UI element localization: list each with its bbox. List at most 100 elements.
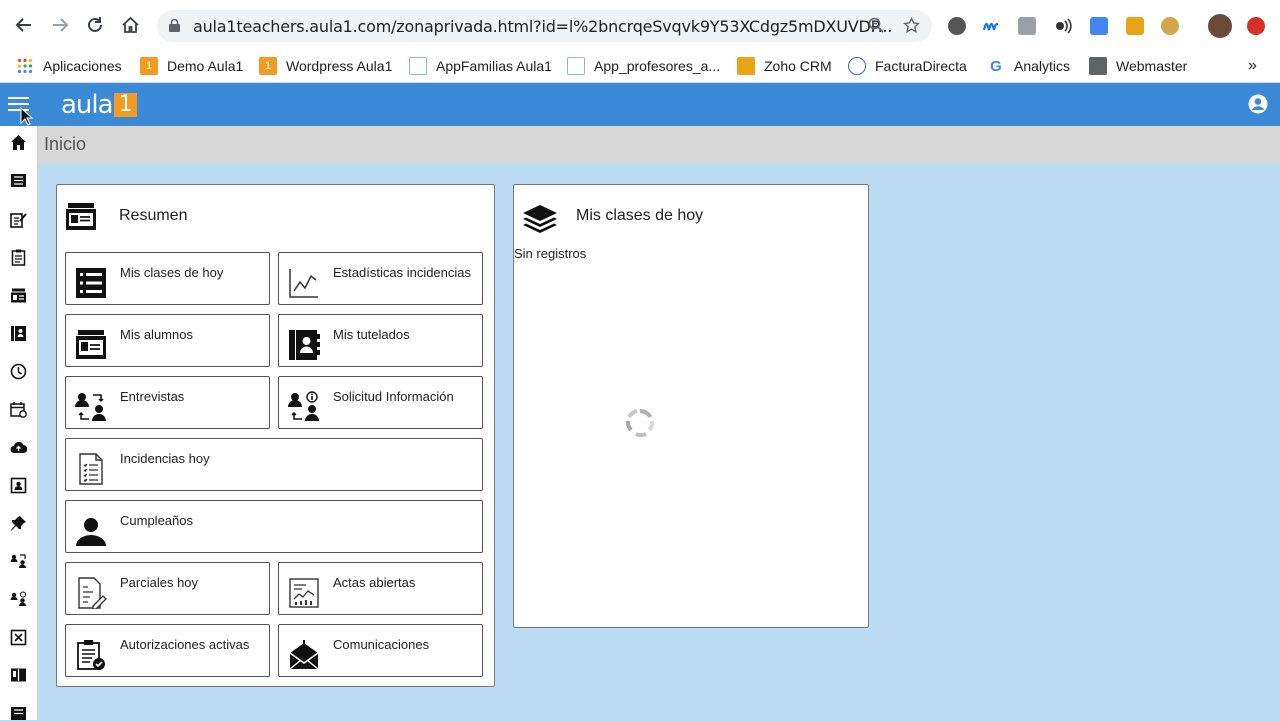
zoho-icon [737,57,755,75]
student-id-icon [76,330,106,359]
bookmark-star-icon[interactable] [902,16,920,35]
line-chart-icon [289,269,318,298]
tile-label: Entrevistas [120,389,185,404]
tile-label: Mis alumnos [120,327,193,342]
webmaster-icon [1089,57,1107,75]
bookmark-wordpress-aula1[interactable]: 1 Wordpress Aula1 [259,56,392,76]
person-icon [76,518,106,546]
sidebar-cancel-doc-icon[interactable] [10,629,27,646]
bookmarks-overflow-button[interactable]: » [1248,56,1257,76]
bookmark-zoho[interactable]: Zoho CRM [737,56,832,76]
aula1-bookmark-icon: 1 [259,57,277,75]
bookmark-demo-aula1[interactable]: 1 Demo Aula1 [140,56,243,76]
bookmark-appfamilias[interactable]: AppFamilias Aula1 [409,56,552,76]
aula1-bookmark-icon: 1 [140,57,158,75]
tile-actas-abiertas[interactable]: Actas abiertas [278,562,483,615]
exam-icon [78,577,107,609]
contacts-book-icon [289,330,320,360]
left-sidebar [0,126,38,720]
sidebar-list-icon[interactable] [10,172,27,189]
extension-circle-icon[interactable] [948,17,966,35]
panel-title: Resumen [119,207,188,224]
bookmark-label: Aplicaciones [43,58,122,74]
bookmark-label: Webmaster [1116,58,1188,74]
google-icon: G [990,57,1002,75]
audio-extension-icon[interactable] [1054,17,1072,35]
sidebar-pin-icon[interactable] [10,515,27,532]
back-icon[interactable] [13,14,35,36]
tile-comunicaciones[interactable]: Comunicaciones [278,624,483,677]
bookmark-label: AppFamilias Aula1 [436,58,552,74]
sidebar-home-icon[interactable] [10,134,27,151]
tile-label: Parciales hoy [120,575,199,590]
home-icon[interactable] [119,14,141,36]
tile-label: Cumpleaños [120,513,193,528]
report-chart-icon [289,578,319,608]
tile-mis-tutelados[interactable]: Mis tutelados [278,314,483,367]
sidebar-info-request-icon[interactable] [10,591,27,608]
bookmarks-bar: Aplicaciones 1 Demo Aula1 1 Wordpress Au… [0,50,1280,83]
bookmark-label: Zoho CRM [764,58,832,74]
tile-label: Estadísticas incidencias [333,265,472,280]
bookmark-webmaster[interactable]: Webmaster [1089,56,1187,76]
sidebar-contacts-icon[interactable] [10,325,27,342]
resumen-icon [66,203,96,230]
address-bar[interactable]: aula1teachers.aula1.com/zonaprivada.html… [157,10,932,42]
sidebar-students-icon[interactable] [10,287,27,304]
lock-icon [169,19,180,32]
bookmark-label: FacturaDirecta [875,58,967,74]
update-icon[interactable] [1247,17,1265,35]
profile-avatar[interactable] [1208,14,1232,38]
translate-extension-icon[interactable] [1090,17,1108,35]
c-extension-icon[interactable] [1161,17,1179,35]
document-bookmark-icon [567,57,585,75]
movistar-extension-icon[interactable] [982,17,1000,35]
tile-estadisticas-incidencias[interactable]: Estadísticas incidencias [278,252,483,305]
tile-label: Autorizaciones activas [120,637,250,652]
sidebar-list-icon-2[interactable] [10,705,27,722]
resumen-panel: Resumen Mis clases de hoy Estadísticas i… [56,184,495,687]
bookmark-analytics[interactable]: G Analytics [987,56,1070,76]
aula1-logo[interactable]: aula 1 [61,90,137,120]
tile-entrevistas[interactable]: Entrevistas [65,376,270,429]
bookmark-aplicaciones[interactable]: Aplicaciones [16,56,122,76]
sidebar-id-card-icon[interactable] [10,477,27,494]
zoho-extension-icon[interactable] [1126,17,1144,35]
url-text: aula1teachers.aula1.com/zonaprivada.html… [193,17,893,36]
tile-label: Mis clases de hoy [120,265,224,280]
app-header: aula 1 [0,83,1280,126]
sidebar-cloud-upload-icon[interactable] [10,439,27,456]
user-account-icon[interactable] [1248,94,1268,114]
tile-autorizaciones-activas[interactable]: Autorizaciones activas [65,624,270,677]
reload-icon[interactable] [84,14,106,36]
sidebar-interview-icon[interactable] [10,553,27,570]
sidebar-edit-icon[interactable] [10,211,27,228]
tile-mis-clases-de-hoy[interactable]: Mis clases de hoy [65,252,270,305]
tile-cumpleanos[interactable]: Cumpleaños [65,500,483,553]
interview-icon [75,393,106,421]
bookmark-label: Analytics [1014,58,1071,74]
loading-spinner-icon [626,409,654,437]
tile-mis-alumnos[interactable]: Mis alumnos [65,314,270,367]
tile-parciales-hoy[interactable]: Parciales hoy [65,562,270,615]
page-title: Inicio [44,134,87,154]
factura-icon [848,57,866,75]
panel-title: Mis clases de hoy [576,207,704,224]
tile-solicitud-informacion[interactable]: Solicitud Información [278,376,483,429]
info-request-icon [288,391,319,421]
mail-open-icon [289,640,319,670]
sidebar-book-icon[interactable] [10,667,27,684]
sidebar-clock-icon[interactable] [10,363,27,380]
bookmark-facturadirecta[interactable]: FacturaDirecta [848,56,967,76]
apps-grid-icon [16,57,34,75]
cast-extension-icon[interactable] [1018,17,1036,35]
zoom-icon[interactable] [867,17,885,35]
bookmark-app-profesores[interactable]: App_profesores_a... [567,56,720,76]
forward-icon[interactable] [49,14,71,36]
sidebar-clipboard-icon[interactable] [10,249,27,266]
layers-icon [523,205,557,233]
clases-panel: Mis clases de hoy Sin registros [513,184,869,628]
sidebar-calendar-icon[interactable] [10,401,27,418]
bookmark-label: App_profesores_a... [594,58,721,74]
tile-incidencias-hoy[interactable]: Incidencias hoy [65,438,483,491]
